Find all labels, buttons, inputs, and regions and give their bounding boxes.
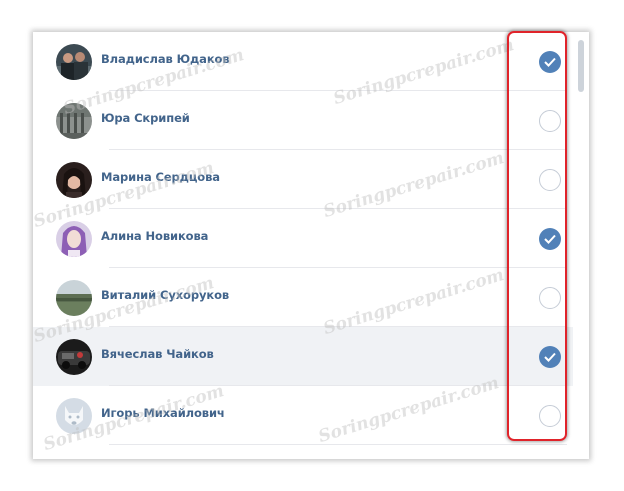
friends-select-panel: Владислав Юдаков Юра Скрипей Марина Серд…: [33, 32, 589, 459]
contact-name[interactable]: Алина Новикова: [101, 229, 208, 243]
contact-name[interactable]: Юра Скрипей: [101, 111, 190, 125]
scrollbar[interactable]: [578, 40, 584, 92]
list-item[interactable]: Алина Новикова: [33, 209, 573, 268]
avatar[interactable]: [56, 162, 92, 198]
list-item[interactable]: Вячеслав Чайков: [33, 327, 573, 386]
checkbox-column-highlight: [507, 31, 567, 441]
list-item[interactable]: Юра Скрипей: [33, 91, 573, 150]
list-item[interactable]: Игорь Михайлович: [33, 386, 573, 445]
list-item[interactable]: Марина Сердцова: [33, 150, 573, 209]
avatar[interactable]: [56, 44, 92, 80]
avatar[interactable]: [56, 280, 92, 316]
contact-name[interactable]: Виталий Сухоруков: [101, 288, 229, 302]
avatar[interactable]: [56, 221, 92, 257]
contact-name[interactable]: Марина Сердцова: [101, 170, 220, 184]
contact-name[interactable]: Вячеслав Чайков: [101, 347, 214, 361]
contact-name[interactable]: Владислав Юдаков: [101, 52, 230, 66]
friends-list: Владислав Юдаков Юра Скрипей Марина Серд…: [33, 32, 573, 459]
row-divider: [109, 444, 567, 445]
list-item[interactable]: Виталий Сухоруков: [33, 268, 573, 327]
avatar[interactable]: [56, 339, 92, 375]
avatar[interactable]: [56, 398, 92, 434]
avatar[interactable]: [56, 103, 92, 139]
list-item[interactable]: Владислав Юдаков: [33, 32, 573, 91]
contact-name[interactable]: Игорь Михайлович: [101, 406, 225, 420]
